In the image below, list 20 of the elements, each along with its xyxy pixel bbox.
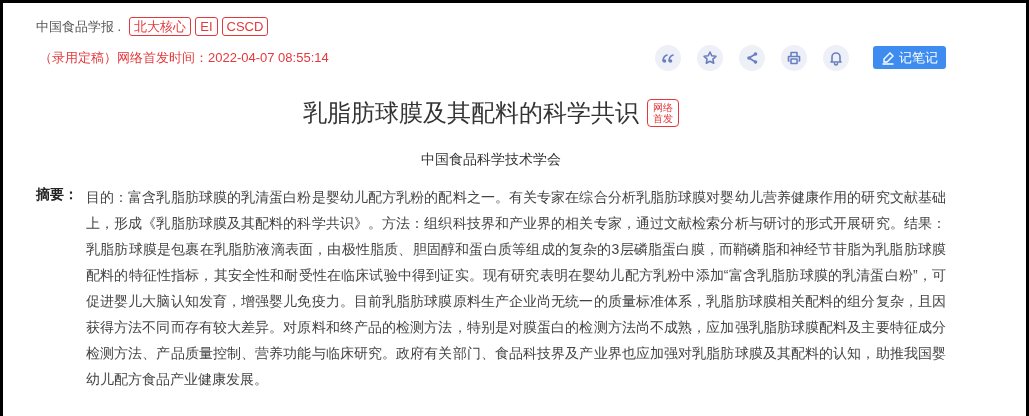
article-title: 乳脂肪球膜及其配料的科学共识 [303, 97, 639, 128]
abstract-text: 目的：富含乳脂肪球膜的乳清蛋白粉是婴幼儿配方乳粉的配料之一。有关专家在综合分析乳脂肪球膜对婴幼儿营养健康作用的研究文献基础上，形成《乳脂肪球膜及其配料的科学共识》。方法：组织科技界和产业界的相关专家，通过文献检索分析与研讨的形式开展研究。结果：乳脂肪球膜是包裹在乳脂肪液滴表面，由极性脂质、胆固醇和蛋白质等组成的复杂的3层磷脂蛋白膜，而鞘磷脂和神经节苷脂为乳脂肪球膜配料的特征性指标，其安全性和耐受性在临床试验中得到证实。现有研究表明在婴幼儿配方乳粉中添加“富含乳脂肪球膜的乳清蛋白粉”，可促进婴儿大脑认知发育，增强婴儿免疫力。目前乳脂肪球膜原料生产企业尚无统一的质量标准体系，乳脂肪球膜相关配料的组分复杂，且因获得方法不同而存有较大差异。对原料和终产品的检测方法，特别是对膜蛋白的检测方法尚不成熟，应加强乳脂肪球膜配料及主要特征成分检测方法、产品质量控制、营养功能与临床研究。政府有关部门、食品科技界及产业界也应加强对乳脂肪球膜及其配料的认知，助推我国婴幼儿配方食品产业健康发展。 [86, 187, 946, 389]
bell-icon [828, 49, 844, 66]
share-button[interactable] [739, 44, 765, 71]
index-tag: CSCD [221, 17, 269, 37]
journal-name[interactable]: 中国食品学报 . [36, 17, 122, 37]
print-button[interactable] [781, 44, 807, 71]
quote-button[interactable] [655, 44, 681, 71]
abstract-label: 摘要： [36, 184, 78, 204]
title-badge: 网络首发 [647, 98, 679, 127]
print-icon [786, 49, 802, 66]
author-name[interactable]: 中国食品科学技术学会 [421, 150, 561, 167]
star-icon [702, 49, 718, 66]
share-icon [744, 49, 760, 66]
bell-button[interactable] [823, 44, 849, 71]
index-tag: 北大核心 [129, 17, 192, 37]
pencil-icon [881, 50, 895, 65]
star-button[interactable] [697, 44, 723, 71]
index-tag: EI [195, 17, 218, 37]
publish-info: （录用定稿）网络首发时间：2022-04-07 08:55:14 [39, 48, 329, 67]
